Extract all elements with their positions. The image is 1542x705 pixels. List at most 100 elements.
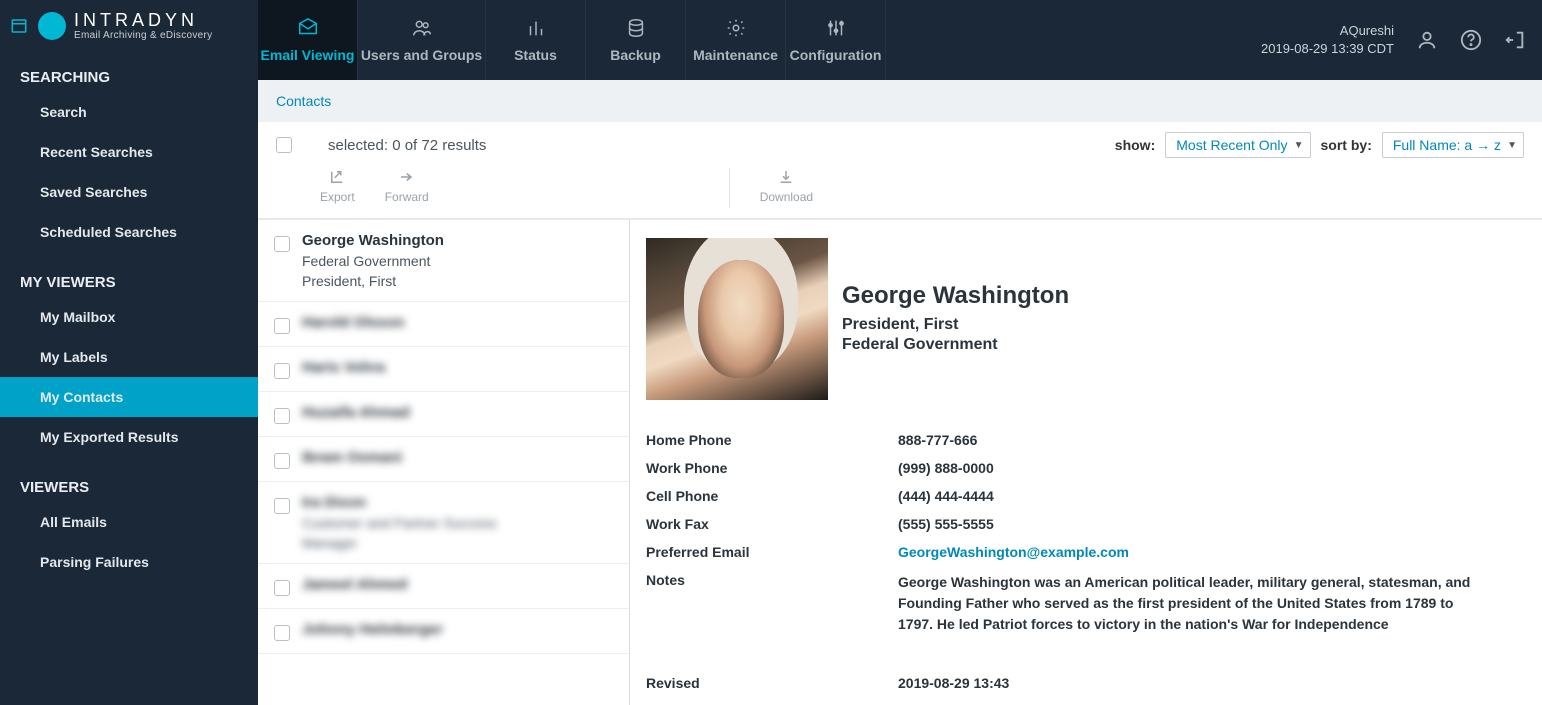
nav-tab-maintenance[interactable]: Maintenance [686,0,786,80]
contact-row[interactable]: Huzaifa Ahmad [258,392,629,437]
sidebar-item-search[interactable]: Search [0,92,258,132]
field-label: Notes [646,572,898,635]
detail-field: Cell Phone(444) 444-4444 [646,482,1524,510]
detail-field: Home Phone888-777-666 [646,426,1524,454]
row-name: Huzaifa Ahmad [302,404,615,421]
download-button[interactable]: Download [729,168,813,208]
contact-row[interactable]: Haris Vohra [258,347,629,392]
sort-select[interactable]: Full Name: a → z ▼ [1382,132,1524,158]
row-name: Ira Dixon [302,494,615,511]
contact-list[interactable]: George Washington Federal Government Presi… [258,220,630,705]
chevron-down-icon: ▼ [1507,140,1517,151]
contact-row[interactable]: Ira DixonCustomer and Partner SuccessMan… [258,482,629,564]
sidebar-collapse-icon[interactable] [10,17,28,35]
contact-detail: George Washington President, First Feder… [630,220,1542,705]
row-name: Haris Vohra [302,359,615,376]
field-value: (444) 444-4444 [898,488,1524,504]
contact-row[interactable]: Johnny Helmberger [258,609,629,654]
sidebar-item-saved-searches[interactable]: Saved Searches [0,172,258,212]
show-value: Most Recent Only [1176,137,1287,153]
sidebar-item-my-labels[interactable]: My Labels [0,337,258,377]
user-datetime: 2019-08-29 13:39 CDT [1261,40,1394,58]
sidebar-item-scheduled-searches[interactable]: Scheduled Searches [0,212,258,252]
sidebar-item-my-exported-results[interactable]: My Exported Results [0,417,258,457]
forward-button[interactable]: Forward [385,168,429,204]
detail-field: NotesGeorge Washington was an American p… [646,566,1524,641]
detail-field: Work Phone(999) 888-0000 [646,454,1524,482]
field-value: George Washington was an American politi… [898,572,1488,635]
show-select[interactable]: Most Recent Only ▼ [1165,132,1310,158]
field-value: 2019-08-29 13:43 [898,675,1524,691]
contact-title: President, First [842,316,1069,334]
chevron-down-icon: ▼ [1294,140,1304,151]
user-icon[interactable] [1416,29,1438,51]
email-link[interactable]: GeorgeWashington@example.com [898,544,1129,560]
row-title: President, First [302,273,615,289]
sidebar-item-my-contacts[interactable]: My Contacts [0,377,258,417]
nav-tab-backup[interactable]: Backup [586,0,686,80]
export-icon [328,168,346,186]
sidebar-item-all-emails[interactable]: All Emails [0,502,258,542]
contact-row[interactable]: George Washington Federal Government Presi… [258,220,629,302]
row-checkbox[interactable] [274,408,290,424]
nav-tab-users-and-groups[interactable]: Users and Groups [358,0,486,80]
field-value: (999) 888-0000 [898,460,1524,476]
nav-tab-status[interactable]: Status [486,0,586,80]
field-label: Work Phone [646,460,898,476]
row-name: George Washington [302,232,615,249]
field-label: Cell Phone [646,488,898,504]
row-org: Federal Government [302,253,615,269]
row-name: Jameel Ahmed [302,576,615,593]
row-checkbox[interactable] [274,453,290,469]
row-checkbox[interactable] [274,363,290,379]
show-label: show: [1115,137,1155,153]
field-label: Home Phone [646,432,898,448]
sidebar-section-viewers: VIEWERS [0,457,258,502]
row-title: Manager [302,535,615,551]
selection-count: selected: 0 of 72 results [328,137,486,154]
row-checkbox[interactable] [274,625,290,641]
brand-logo[interactable]: INTRADYN Email Archiving & eDiscovery [38,10,212,41]
field-label: Preferred Email [646,544,898,560]
brand-tagline: Email Archiving & eDiscovery [74,30,212,41]
row-checkbox[interactable] [274,498,290,514]
user-info: AQureshi 2019-08-29 13:39 CDT [1261,22,1394,58]
field-value: GeorgeWashington@example.com [898,544,1524,560]
detail-revised: Revised2019-08-29 13:43 [646,669,1524,697]
download-icon [777,168,795,186]
contact-row[interactable]: Ibram Osmani [258,437,629,482]
toolbar: selected: 0 of 72 results show: Most Rec… [258,122,1542,219]
row-checkbox[interactable] [274,580,290,596]
sidebar-section-my-viewers: MY VIEWERS [0,252,258,297]
export-button[interactable]: Export [320,168,355,204]
contact-name: George Washington [842,282,1069,310]
row-name: Ibram Osmani [302,449,615,466]
help-icon[interactable] [1460,29,1482,51]
row-name: Johnny Helmberger [302,621,615,638]
select-all-checkbox[interactable] [276,137,292,153]
detail-field: Preferred EmailGeorgeWashington@example.… [646,538,1524,566]
contact-row[interactable]: Jameel Ahmed [258,564,629,609]
detail-field: Work Fax(555) 555-5555 [646,510,1524,538]
user-name: AQureshi [1261,22,1394,40]
field-value: 888-777-666 [898,432,1524,448]
contact-row[interactable]: Harold Olsson [258,302,629,347]
nav-icon [823,17,849,39]
contact-org: Federal Government [842,336,1069,354]
sidebar-item-my-mailbox[interactable]: My Mailbox [0,297,258,337]
brand-name: INTRADYN [74,10,212,31]
sidebar-item-parsing-failures[interactable]: Parsing Failures [0,542,258,582]
sort-label: sort by: [1321,137,1372,153]
row-name: Harold Olsson [302,314,615,331]
sidebar-item-recent-searches[interactable]: Recent Searches [0,132,258,172]
sidebar-section-searching: SEARCHING [0,47,258,92]
nav-icon [409,17,435,39]
nav-tab-email-viewing[interactable]: Email Viewing [258,0,358,80]
row-checkbox[interactable] [274,236,290,252]
logout-icon[interactable] [1504,29,1526,51]
sort-value: Full Name: a → z [1393,137,1501,153]
nav-tab-configuration[interactable]: Configuration [786,0,886,80]
breadcrumb[interactable]: Contacts [258,80,1542,122]
row-checkbox[interactable] [274,318,290,334]
top-nav: Email ViewingUsers and GroupsStatusBacku… [258,0,1542,80]
